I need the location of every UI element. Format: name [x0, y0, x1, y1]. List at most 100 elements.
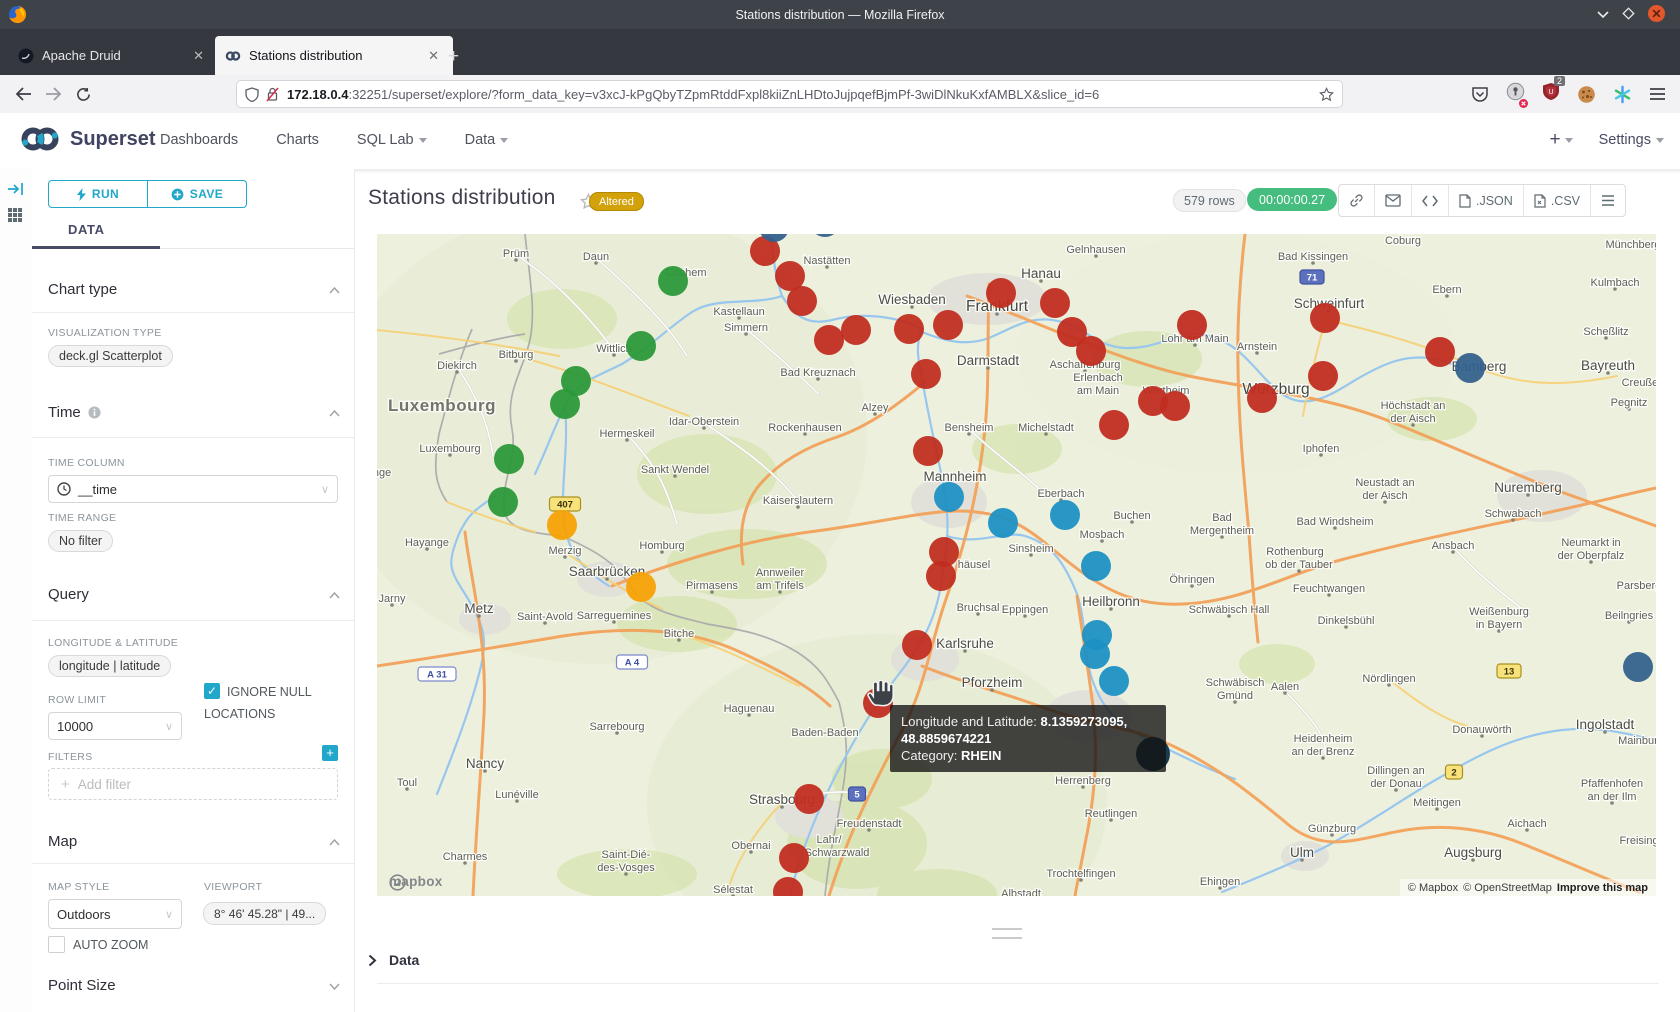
section-map[interactable]: Map [48, 833, 77, 850]
scatter-point[interactable] [1177, 310, 1207, 340]
section-query[interactable]: Query [48, 586, 89, 603]
scatter-point[interactable] [488, 487, 518, 517]
tracking-shield-icon[interactable] [245, 87, 259, 102]
scatter-point[interactable] [911, 359, 941, 389]
settings-menu[interactable]: Settings [1599, 132, 1664, 148]
nav-charts[interactable]: Charts [276, 132, 319, 148]
maximize-icon[interactable] [1622, 7, 1635, 20]
chevron-down-icon[interactable] [329, 983, 340, 990]
scatter-point[interactable] [841, 315, 871, 345]
tab-stations-distribution[interactable]: Stations distribution ✕ [215, 36, 453, 75]
section-time[interactable]: Time [48, 404, 101, 421]
scatter-point[interactable] [550, 389, 580, 419]
back-button[interactable] [8, 80, 38, 108]
add-filter-box[interactable]: +Add filter [48, 768, 338, 800]
close-window-icon[interactable] [1647, 4, 1666, 23]
embed-code-button[interactable] [1412, 185, 1449, 216]
cookie-icon[interactable] [1577, 85, 1596, 104]
chevron-up-icon[interactable] [329, 839, 340, 846]
scatter-point[interactable] [913, 436, 943, 466]
scatter-point[interactable] [926, 561, 956, 591]
scatter-point[interactable] [547, 510, 577, 540]
scatter-point[interactable] [626, 331, 656, 361]
time-column-select[interactable]: __time∨ [48, 475, 338, 503]
scatter-point[interactable] [494, 444, 524, 474]
scatter-point[interactable] [658, 266, 688, 296]
scatter-point[interactable] [1247, 383, 1277, 413]
tab-close-icon[interactable]: ✕ [189, 48, 208, 64]
save-button[interactable]: SAVE [148, 180, 247, 208]
add-filter-plus-button[interactable]: + [322, 745, 338, 761]
copy-link-button[interactable] [1339, 185, 1375, 216]
nav-sql-lab[interactable]: SQL Lab [357, 132, 427, 148]
scatter-point[interactable] [1160, 391, 1190, 421]
scatter-point[interactable] [902, 630, 932, 660]
dataset-grid-icon[interactable] [7, 207, 23, 223]
row-limit-select[interactable]: 10000∨ [48, 712, 182, 740]
export-json-button[interactable]: .JSON [1449, 185, 1524, 216]
time-range-value[interactable]: No filter [48, 530, 113, 552]
section-chart-type[interactable]: Chart type [48, 281, 117, 298]
run-button[interactable]: RUN [48, 180, 148, 208]
extension-asterisk-icon[interactable] [1613, 85, 1632, 104]
scatter-point[interactable] [1050, 500, 1080, 530]
collapse-panel-icon[interactable] [7, 181, 24, 197]
scatter-point[interactable] [1623, 652, 1653, 682]
map-style-select[interactable]: Outdoors∨ [48, 899, 182, 929]
viewport-value[interactable]: 8° 46' 45.28" | 49... [203, 902, 326, 925]
scatter-point[interactable] [1455, 353, 1485, 383]
scatter-point[interactable] [814, 325, 844, 355]
reload-button[interactable] [68, 80, 98, 108]
scatter-point[interactable] [933, 310, 963, 340]
tab-close-icon[interactable]: ✕ [424, 48, 443, 64]
attrib-osm[interactable]: © OpenStreetMap [1463, 882, 1552, 894]
scatter-point[interactable] [1099, 410, 1129, 440]
auto-zoom-checkbox[interactable] [48, 936, 65, 953]
scatter-point[interactable] [1308, 361, 1338, 391]
chevron-up-icon[interactable] [329, 592, 340, 599]
forward-button[interactable] [38, 80, 68, 108]
attrib-improve-link[interactable]: Improve this map [1557, 882, 1648, 894]
viz-type-value[interactable]: deck.gl Scatterplot [48, 345, 173, 367]
superset-logo[interactable]: Superset [18, 125, 156, 153]
new-item-button[interactable]: + [1549, 129, 1572, 151]
scatter-point[interactable] [988, 508, 1018, 538]
scatter-point[interactable] [810, 234, 840, 237]
scatter-point[interactable] [1310, 303, 1340, 333]
resize-drag-handle[interactable] [992, 928, 1022, 939]
scatter-point[interactable] [1040, 288, 1070, 318]
lonlat-value[interactable]: longitude | latitude [48, 655, 171, 677]
url-bar[interactable]: 172.18.0.4:32251/superset/explore/?form_… [236, 80, 1343, 108]
scatter-point[interactable] [1081, 551, 1111, 581]
bookmark-star-icon[interactable] [1319, 87, 1334, 102]
scatter-point[interactable] [1080, 639, 1110, 669]
scatter-point[interactable] [934, 482, 964, 512]
attrib-mapbox[interactable]: © Mapbox [1408, 882, 1458, 894]
scatter-point[interactable] [1099, 666, 1129, 696]
ignore-null-checkbox[interactable]: ✓ [204, 683, 220, 699]
insecure-lock-icon[interactable] [266, 87, 279, 102]
new-tab-button[interactable]: + [448, 46, 459, 68]
scatter-point[interactable] [787, 286, 817, 316]
chevron-up-icon[interactable] [329, 410, 340, 417]
section-point-size[interactable]: Point Size [48, 977, 116, 994]
email-button[interactable] [1375, 185, 1412, 216]
scatter-point[interactable] [626, 572, 656, 602]
tab-apache-druid[interactable]: Apache Druid ✕ [8, 36, 218, 75]
mapbox-logo[interactable]: mapbox [389, 874, 443, 889]
password-manager-icon[interactable] [1506, 82, 1525, 106]
deckgl-map[interactable]: 407A 4A 31571132 PrümDaunCochemKastellau… [377, 234, 1656, 896]
nav-data[interactable]: Data [465, 132, 509, 148]
scatter-point[interactable] [794, 784, 824, 814]
scatter-point[interactable] [1425, 337, 1455, 367]
menu-hamburger-icon[interactable] [1649, 87, 1666, 101]
scatter-point[interactable] [779, 843, 809, 873]
data-panel-toggle[interactable]: Data [368, 952, 419, 968]
export-csv-button[interactable]: .CSV [1524, 185, 1591, 216]
url-text[interactable]: 172.18.0.4:32251/superset/explore/?form_… [287, 87, 1319, 102]
scatter-point[interactable] [894, 314, 924, 344]
chevron-up-icon[interactable] [329, 287, 340, 294]
minimize-icon[interactable] [1596, 7, 1610, 21]
chart-menu-button[interactable] [1591, 185, 1625, 216]
tab-data[interactable]: DATA [68, 222, 105, 237]
